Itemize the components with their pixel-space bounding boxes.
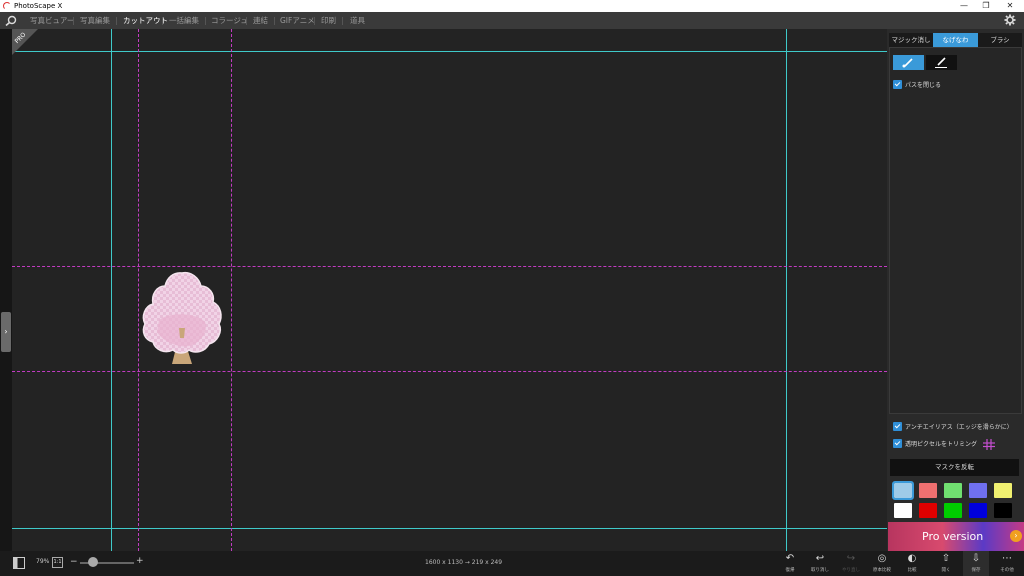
zoom-slider-handle[interactable] — [88, 557, 98, 567]
selection-guide-h — [12, 371, 887, 372]
menu-print[interactable]: 印刷 — [321, 12, 336, 29]
action-icon: ⇧ — [941, 553, 951, 564]
pro-version-text: Pro version — [922, 530, 984, 543]
action-label: 比較 — [907, 568, 917, 573]
maximize-button[interactable]: ❐ — [976, 0, 996, 12]
invert-mask-button[interactable]: マスクを反転 — [890, 459, 1019, 476]
zoom-in-button[interactable]: + — [136, 556, 144, 566]
menu-gif[interactable]: GIFアニメ — [280, 12, 315, 29]
selection-guide-v — [231, 29, 232, 551]
action-icon: ◐ — [907, 553, 917, 564]
tab-magic-eraser[interactable]: マジック消しゴム — [889, 33, 933, 58]
action-label: 取り消し — [811, 568, 829, 573]
left-sidebar-collapsed: › — [0, 29, 12, 551]
guide-line-v — [786, 29, 787, 551]
action-button-4[interactable]: ◐ 比較 — [899, 551, 925, 576]
menu-photo-editor[interactable]: 写真編集 — [80, 12, 110, 29]
antialias-label: アンチエイリアス（エッジを滑らかに） — [905, 424, 1013, 431]
lasso-mode-buttons — [893, 55, 957, 70]
action-icon: ◎ — [877, 553, 887, 564]
checkbox-checked-icon[interactable] — [893, 80, 902, 89]
action-label: 保存 — [971, 568, 981, 573]
action-label: やり直し — [842, 568, 860, 573]
minimize-button[interactable]: — — [954, 0, 974, 12]
app-logo-icon — [3, 2, 11, 10]
action-button-5[interactable]: ⇧ 開く — [933, 551, 959, 576]
checkbox-checked-icon[interactable] — [893, 422, 902, 431]
zoom-out-button[interactable]: − — [70, 557, 78, 567]
swatch-red[interactable] — [919, 503, 937, 518]
tab-lasso[interactable]: なげなわ — [933, 33, 978, 47]
action-button-6[interactable]: ⇩ 保存 — [963, 551, 989, 576]
menu-batch[interactable]: 一括編集 — [169, 12, 199, 29]
antialias-option[interactable]: アンチエイリアス（エッジを滑らかに） — [893, 422, 1013, 433]
image-size-info: 1600 x 1130 → 219 x 249 — [425, 559, 503, 566]
cherry-blossom-tree-image[interactable] — [139, 270, 225, 366]
crop-grid-icon[interactable] — [982, 439, 995, 450]
title-bar: PhotoScape X — ❐ ✕ — [0, 0, 1024, 12]
swatch-light-yellow[interactable] — [994, 483, 1012, 498]
action-button-7[interactable]: ⋯ その他 — [994, 551, 1020, 576]
zoom-level[interactable]: 79% — [36, 558, 49, 565]
action-label: その他 — [1000, 568, 1014, 573]
action-button-0[interactable]: ↶ 復帰 — [777, 551, 803, 576]
action-label: 復帰 — [785, 568, 795, 573]
menu-collage[interactable]: コラージュ — [211, 12, 248, 29]
main-menu-bar: 写真ビュアー 写真編集 カットアウト 一括編集 コラージュ 連結 GIFアニメ … — [0, 12, 1024, 29]
checkbox-checked-icon[interactable] — [893, 439, 902, 448]
cutout-mode-tabs: マジック消しゴム なげなわ ブラシ — [889, 33, 1022, 58]
trim-option[interactable]: 透明ピクセルをトリミング — [893, 439, 995, 450]
guide-line-h — [12, 51, 887, 52]
toggle-panel-icon[interactable] — [13, 557, 25, 569]
swatch-transparent[interactable] — [892, 481, 914, 500]
action-icon: ⇩ — [971, 553, 981, 564]
window-title: PhotoScape X — [14, 2, 63, 10]
pro-badge-icon: PRO — [12, 29, 38, 55]
trim-label: 透明ピクセルをトリミング — [905, 441, 978, 448]
close-path-label: パスを閉じる — [905, 82, 942, 89]
close-path-option[interactable]: パスを閉じる — [893, 80, 941, 91]
guide-line-v — [111, 29, 112, 551]
home-search-icon[interactable] — [5, 15, 17, 26]
settings-gear-icon[interactable] — [1004, 14, 1016, 26]
close-button[interactable]: ✕ — [1000, 0, 1020, 12]
expand-sidebar-button[interactable]: › — [1, 312, 11, 352]
actual-size-button[interactable]: 1:1 — [52, 557, 63, 568]
action-button-2: ↪ やり直し — [838, 551, 864, 576]
action-button-3[interactable]: ◎ 原本比較 — [869, 551, 895, 576]
bottom-toolbar: 79% 1:1 − + 1600 x 1130 → 219 x 249 ↶ 復帰 ↩… — [0, 551, 1024, 576]
action-label: 開く — [941, 568, 951, 573]
menu-photo-viewer[interactable]: 写真ビュアー — [30, 12, 74, 29]
action-icon: ↩ — [815, 553, 825, 564]
action-icon: ↶ — [785, 553, 795, 564]
swatch-black[interactable] — [994, 503, 1012, 518]
lasso-subtract-button[interactable] — [926, 55, 957, 70]
action-button-1[interactable]: ↩ 取り消し — [807, 551, 833, 576]
guide-line-h — [12, 528, 887, 529]
swatch-light-blue[interactable] — [969, 483, 987, 498]
menu-combine[interactable]: 連結 — [253, 12, 268, 29]
swatch-white[interactable] — [894, 503, 912, 518]
swatch-light-red[interactable] — [919, 483, 937, 498]
editor-canvas[interactable]: PRO — [12, 29, 887, 551]
lasso-add-button[interactable] — [893, 55, 924, 70]
action-label: 原本比較 — [873, 568, 891, 573]
swatch-blue[interactable] — [969, 503, 987, 518]
tool-options-box — [889, 47, 1022, 414]
action-icon: ⋯ — [1002, 553, 1012, 564]
menu-tools[interactable]: 道具 — [350, 12, 365, 29]
tab-brush[interactable]: ブラシ — [978, 33, 1022, 47]
selection-guide-h — [12, 266, 887, 267]
action-icon: ↪ — [846, 553, 856, 564]
pro-version-banner[interactable]: Pro version › — [888, 522, 1024, 551]
right-tool-panel: マジック消しゴム なげなわ ブラシ パスを閉じる アンチエイリアス（エッジを滑ら… — [887, 29, 1024, 551]
arrow-right-icon: › — [1010, 530, 1022, 542]
swatch-green[interactable] — [944, 503, 962, 518]
swatch-light-green[interactable] — [944, 483, 962, 498]
